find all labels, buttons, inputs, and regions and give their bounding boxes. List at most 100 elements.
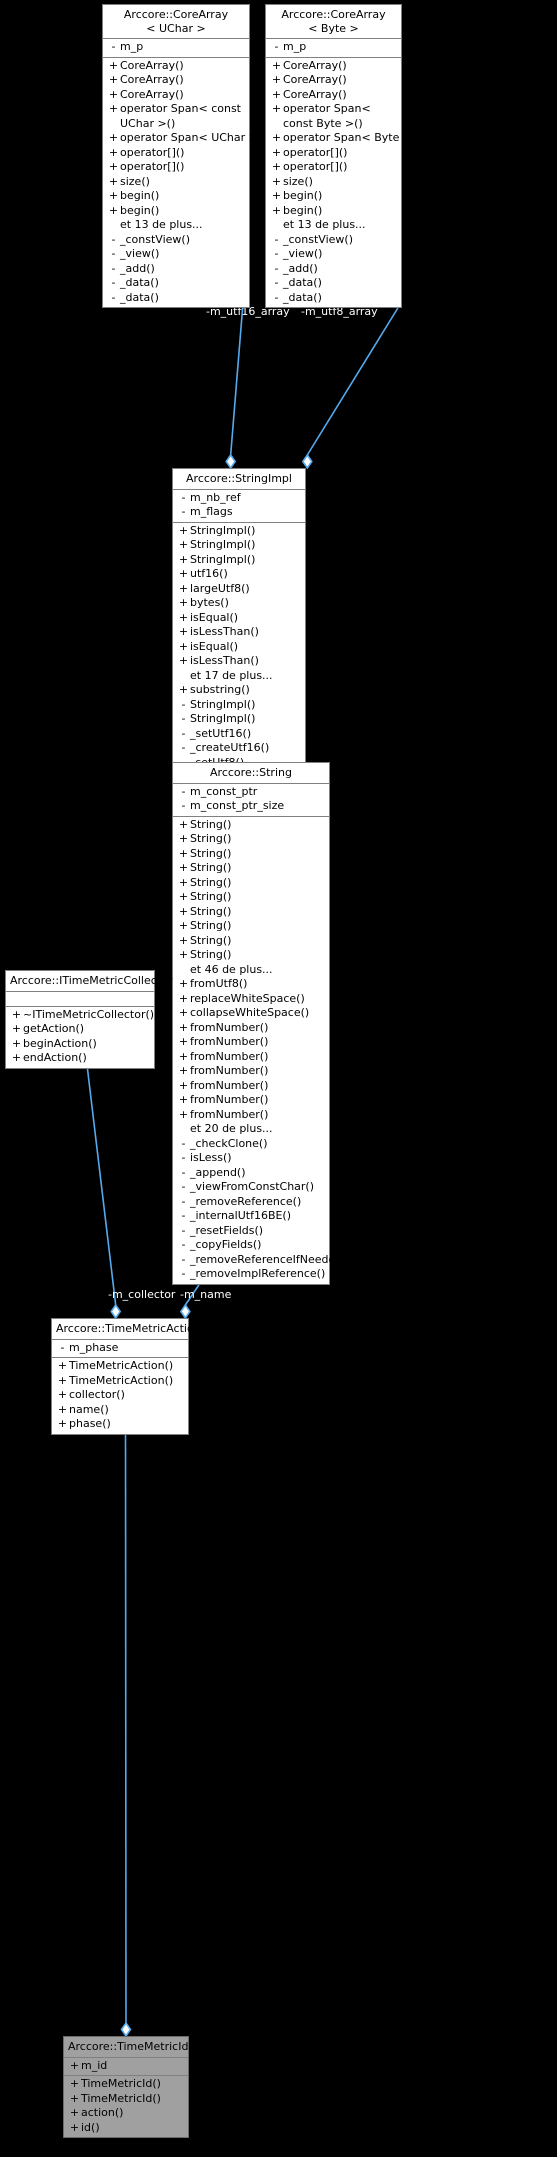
class-member-row: + largeUtf8() (173, 582, 305, 597)
member-name: m_nb_ref (190, 490, 241, 504)
class-more-row[interactable]: et 46 de plus... (173, 963, 329, 978)
visibility-marker: - (181, 1180, 186, 1193)
attributes-section: - m_phase (52, 1340, 188, 1358)
class-member-row: + String() (173, 847, 329, 862)
class-box-string[interactable]: Arccore::String - m_const_ptr - m_const_pt… (172, 762, 351, 1285)
visibility-marker: + (271, 87, 282, 101)
visibility-marker: + (11, 1051, 22, 1064)
class-title-line: Arccore::TimeMetricId (68, 2040, 189, 2053)
class-member-row: + operator Span< const Byte >() (266, 102, 401, 131)
visibility-marker: + (11, 1022, 22, 1035)
class-title: Arccore::CoreArray < UChar > (103, 5, 249, 38)
member-name: phase() (69, 1417, 111, 1430)
class-member-row: + begin() (103, 189, 249, 204)
visibility-marker: + (108, 131, 119, 144)
class-member-row: + String() (173, 861, 329, 876)
class-more-row[interactable]: et 13 de plus... (103, 218, 249, 233)
visibility-marker: + (178, 654, 189, 667)
class-box-timemetricid[interactable]: Arccore::TimeMetricId + m_id + TimeMetricI… (63, 2036, 189, 2138)
class-member-row: + StringImpl() (173, 538, 305, 553)
visibility-marker: - (274, 40, 279, 53)
class-member-row: - _data() (103, 276, 249, 291)
visibility-marker: + (178, 581, 189, 595)
visibility-marker: + (178, 875, 189, 889)
member-name: operator[]() (283, 160, 348, 173)
class-member-row: + utf16() (173, 567, 305, 582)
member-name: isLessThan() (190, 625, 259, 638)
operations-section: + CoreArray() + CoreArray() + CoreArray() +… (103, 58, 267, 308)
visibility-marker: - (274, 276, 279, 289)
member-name: StringImpl() (190, 552, 256, 566)
class-member-row: + substring() (173, 683, 305, 698)
class-member-row: + String() (173, 948, 329, 963)
visibility-marker: + (178, 625, 189, 638)
class-title-line: Arccore::TimeMetricAction (56, 1322, 201, 1335)
visibility-marker: - (181, 1136, 186, 1150)
class-member-row: + fromNumber() (173, 1079, 329, 1094)
class-member-row: - _copyFields() (173, 1238, 329, 1253)
visibility-marker: - (111, 40, 116, 53)
member-name: operator[]() (120, 145, 185, 159)
visibility-marker: - (111, 276, 116, 289)
member-name: _checkClone() (190, 1136, 268, 1150)
class-member-row: + String() (173, 832, 329, 847)
member-name: endAction() (23, 1051, 87, 1064)
class-member-row: - _resetFields() (173, 1224, 329, 1239)
class-member-row: + phase() (52, 1417, 188, 1432)
member-name: CoreArray() (120, 73, 184, 86)
class-member-row: + StringImpl() (173, 524, 305, 539)
member-name: fromNumber() (190, 1093, 269, 1106)
class-more-row[interactable]: et 17 de plus... (173, 669, 305, 684)
class-more-row[interactable]: et 13 de plus... (266, 218, 401, 233)
visibility-marker: + (271, 203, 282, 217)
member-name: String() (190, 817, 232, 831)
visibility-marker: - (60, 1340, 65, 1354)
member-name: _view() (283, 247, 323, 260)
class-member-row: - m_flags (173, 505, 305, 520)
class-box-timemetricaction[interactable]: Arccore::TimeMetricAction - m_phase + Time… (51, 1318, 201, 1435)
class-member-row: + getAction() (6, 1022, 154, 1037)
class-title: Arccore::String (173, 763, 329, 783)
class-box-corearray-uchar[interactable]: Arccore::CoreArray < UChar > - m_p + Core… (102, 4, 267, 308)
visibility-marker: + (69, 2120, 80, 2134)
class-member-row: + action() (64, 2106, 188, 2121)
visibility-marker: + (178, 933, 189, 947)
member-name: StringImpl() (190, 523, 256, 537)
member-name: _add() (283, 261, 318, 275)
visibility-marker: + (178, 1049, 189, 1063)
class-member-row: + isLessThan() (173, 625, 305, 640)
class-member-row: - _removeReference() (173, 1195, 329, 1210)
edge-line-m-utf8-array (306, 307, 399, 456)
visibility-marker: - (181, 1194, 186, 1208)
visibility-marker: - (181, 1209, 186, 1222)
class-more-row[interactable]: et 20 de plus... (173, 1122, 329, 1137)
visibility-marker: + (57, 1402, 68, 1416)
member-name: String() (190, 875, 232, 889)
class-member-row: + size() (103, 175, 249, 190)
class-member-row: + isLessThan() (173, 654, 305, 669)
class-member-row: + StringImpl() (173, 553, 305, 568)
visibility-marker: + (178, 523, 189, 537)
visibility-marker: + (108, 58, 119, 72)
member-name: m_p (120, 40, 144, 53)
class-member-row: + String() (173, 905, 329, 920)
member-name: collector() (69, 1388, 125, 1401)
member-name: operator[]() (120, 160, 185, 173)
class-member-row: - _data() (266, 291, 401, 306)
class-member-row: + operator Span< const UChar >() (103, 102, 249, 131)
class-member-row: + operator Span< UChar >() (103, 131, 267, 146)
class-member-row: + begin() (103, 204, 249, 219)
class-box-corearray-byte[interactable]: Arccore::CoreArray < Byte > - m_p + CoreA… (265, 4, 421, 308)
more-label: et 20 de plus... (190, 1122, 273, 1135)
member-name: _data() (120, 276, 159, 289)
member-name: operator Span< UChar >() (120, 131, 267, 144)
member-name: _view() (120, 247, 160, 260)
member-name: getAction() (23, 1022, 85, 1035)
class-box-itimemetriccollector[interactable]: Arccore::ITimeMetricCollector + ~ITimeMet… (5, 970, 172, 1069)
visibility-marker: + (57, 1388, 68, 1401)
class-member-row: + operator[]() (266, 146, 401, 161)
member-name: begin() (120, 189, 160, 202)
member-name: m_flags (190, 505, 233, 518)
member-name: StringImpl() (190, 712, 256, 725)
visibility-marker: + (271, 174, 282, 188)
